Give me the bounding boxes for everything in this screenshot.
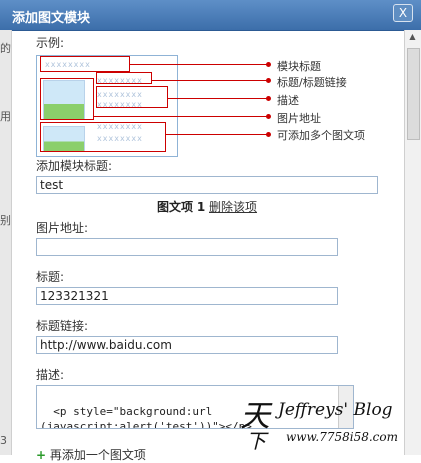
strip-text: 的 xyxy=(0,42,11,55)
annotation-multi-items: 可添加多个图文项 xyxy=(277,129,365,142)
delete-item-link[interactable]: 删除该项 xyxy=(209,200,257,214)
description-text: <p style="background:url (javascript:ale… xyxy=(40,405,252,429)
leader-dot xyxy=(266,132,271,137)
callout-title-link xyxy=(96,72,152,84)
title-link-input[interactable]: http://www.baidu.com xyxy=(36,336,338,354)
close-button[interactable]: X xyxy=(393,4,413,22)
plus-icon: + xyxy=(36,448,47,462)
annotation-module-title: 模块标题 xyxy=(277,60,321,73)
item-name: 图文项 xyxy=(156,200,193,214)
dialog-title: 添加图文模块 xyxy=(12,11,91,26)
leader-line xyxy=(152,80,268,81)
annotation-image-url: 图片地址 xyxy=(277,112,321,125)
watermark-brand: Jeffreys' Blog xyxy=(278,400,393,420)
svg-text:下: 下 xyxy=(246,429,269,452)
item-title-input[interactable]: 123321321 xyxy=(36,287,338,305)
image-url-input[interactable] xyxy=(36,238,338,256)
add-item-label: 再添加一个图文项 xyxy=(49,448,146,462)
title-link-label: 标题链接: xyxy=(36,319,89,333)
strip-text: 3 xyxy=(0,434,7,447)
watermark-url: www.7758i58.com xyxy=(286,430,398,444)
strip-text: 用 xyxy=(0,110,11,123)
scroll-up-icon[interactable]: ▲ xyxy=(407,32,418,42)
callout-description xyxy=(96,86,168,108)
close-icon: X xyxy=(398,6,408,20)
callout-image-url xyxy=(40,78,94,120)
leader-dot xyxy=(266,96,271,101)
leader-dot xyxy=(266,62,271,67)
callout-module-title xyxy=(40,56,130,72)
item-title-label: 标题: xyxy=(36,270,65,284)
dialog-titlebar: 添加图文模块 X xyxy=(0,0,421,31)
callout-multi-items xyxy=(40,122,166,152)
dialog-scrollbar[interactable]: ▲ xyxy=(404,30,421,455)
leader-line xyxy=(166,134,268,135)
description-label: 描述: xyxy=(36,368,65,382)
annotation-title-link: 标题/标题链接 xyxy=(277,76,347,89)
example-label: 示例: xyxy=(36,36,65,50)
module-title-label: 添加模块标题: xyxy=(36,159,113,173)
leader-line xyxy=(168,98,268,99)
annotation-description: 描述 xyxy=(277,94,299,107)
module-title-input[interactable]: test xyxy=(36,176,378,194)
item-index: 1 xyxy=(196,200,206,214)
blog-watermark: 天 下 Jeffreys' Blog www.7758i58.com xyxy=(238,396,408,454)
scroll-thumb[interactable] xyxy=(407,48,420,140)
background-page-strip: 的 用 别 3 xyxy=(0,30,12,455)
leader-line xyxy=(94,116,268,117)
leader-dot xyxy=(266,114,271,119)
watermark-logo-icon: 天 下 xyxy=(240,399,273,452)
item-header: 图文项 1 删除该项 xyxy=(36,198,378,215)
strip-text: 别 xyxy=(0,214,11,227)
leader-line xyxy=(130,64,268,65)
image-url-label: 图片地址: xyxy=(36,221,89,235)
leader-dot xyxy=(266,78,271,83)
